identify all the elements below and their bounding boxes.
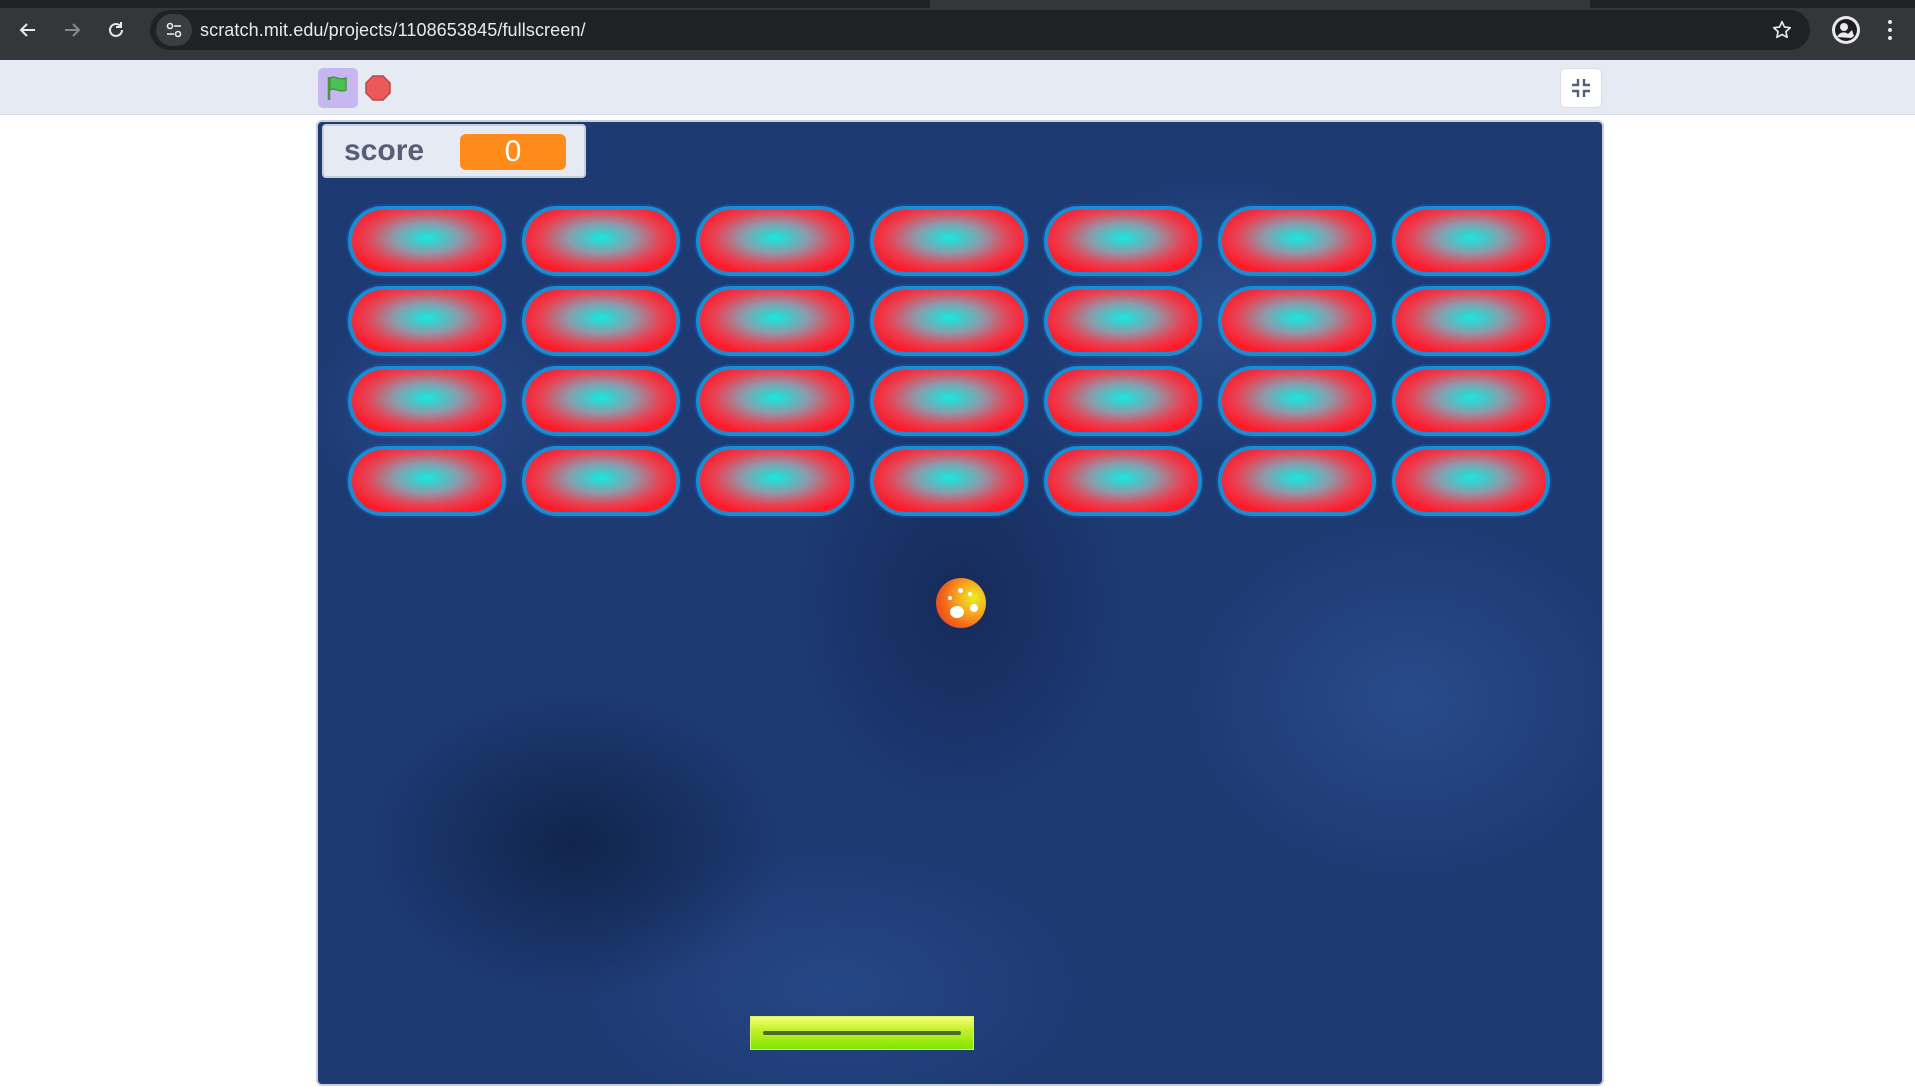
brick <box>696 206 854 276</box>
browser-toolbar: scratch.mit.edu/projects/1108653845/full… <box>0 0 1915 60</box>
brick <box>522 206 680 276</box>
brick <box>1218 366 1376 436</box>
player-controls-bar <box>0 60 1915 115</box>
forward-button[interactable] <box>56 14 88 46</box>
unfullscreen-icon <box>1572 79 1590 97</box>
stage[interactable]: score 0 <box>316 120 1604 1086</box>
brick <box>348 206 506 276</box>
brick <box>1218 446 1376 516</box>
brick <box>696 366 854 436</box>
green-flag-icon <box>327 76 347 100</box>
brick <box>870 286 1028 356</box>
stop-sign-icon <box>365 75 391 101</box>
tune-icon <box>166 22 182 38</box>
brick <box>696 446 854 516</box>
brick <box>1044 366 1202 436</box>
brick <box>1218 206 1376 276</box>
profile-avatar-icon[interactable] <box>1832 16 1860 44</box>
brick <box>522 446 680 516</box>
arrow-right-icon <box>65 23 81 37</box>
active-tab[interactable] <box>930 0 1590 8</box>
brick <box>522 366 680 436</box>
brick <box>1392 446 1550 516</box>
brick <box>1218 286 1376 356</box>
score-value: 0 <box>460 134 566 170</box>
green-flag-button[interactable] <box>318 68 358 108</box>
brick <box>696 286 854 356</box>
exit-fullscreen-button[interactable] <box>1560 68 1602 108</box>
url-text[interactable]: scratch.mit.edu/projects/1108653845/full… <box>200 20 586 41</box>
brick <box>1044 286 1202 356</box>
site-info-button[interactable] <box>156 14 192 46</box>
brick <box>1044 446 1202 516</box>
score-label: score <box>344 134 425 167</box>
arrow-left-icon <box>19 23 35 37</box>
browser-menu-icon[interactable] <box>1878 16 1902 44</box>
bookmark-star-icon[interactable] <box>1768 16 1796 44</box>
back-button[interactable] <box>12 14 44 46</box>
brick <box>522 286 680 356</box>
brick <box>870 446 1028 516</box>
brick <box>1044 206 1202 276</box>
paddle <box>750 1016 974 1050</box>
brick <box>1392 366 1550 436</box>
score-monitor: score 0 <box>322 124 586 178</box>
brick <box>870 206 1028 276</box>
brick <box>1392 286 1550 356</box>
brick <box>348 446 506 516</box>
reload-icon <box>109 22 123 37</box>
brick <box>870 366 1028 436</box>
stop-button[interactable] <box>364 74 392 102</box>
brick <box>1392 206 1550 276</box>
brick <box>348 286 506 356</box>
reload-button[interactable] <box>100 14 132 46</box>
address-bar[interactable]: scratch.mit.edu/projects/1108653845/full… <box>150 10 1810 50</box>
ball <box>936 578 986 628</box>
brick <box>348 366 506 436</box>
